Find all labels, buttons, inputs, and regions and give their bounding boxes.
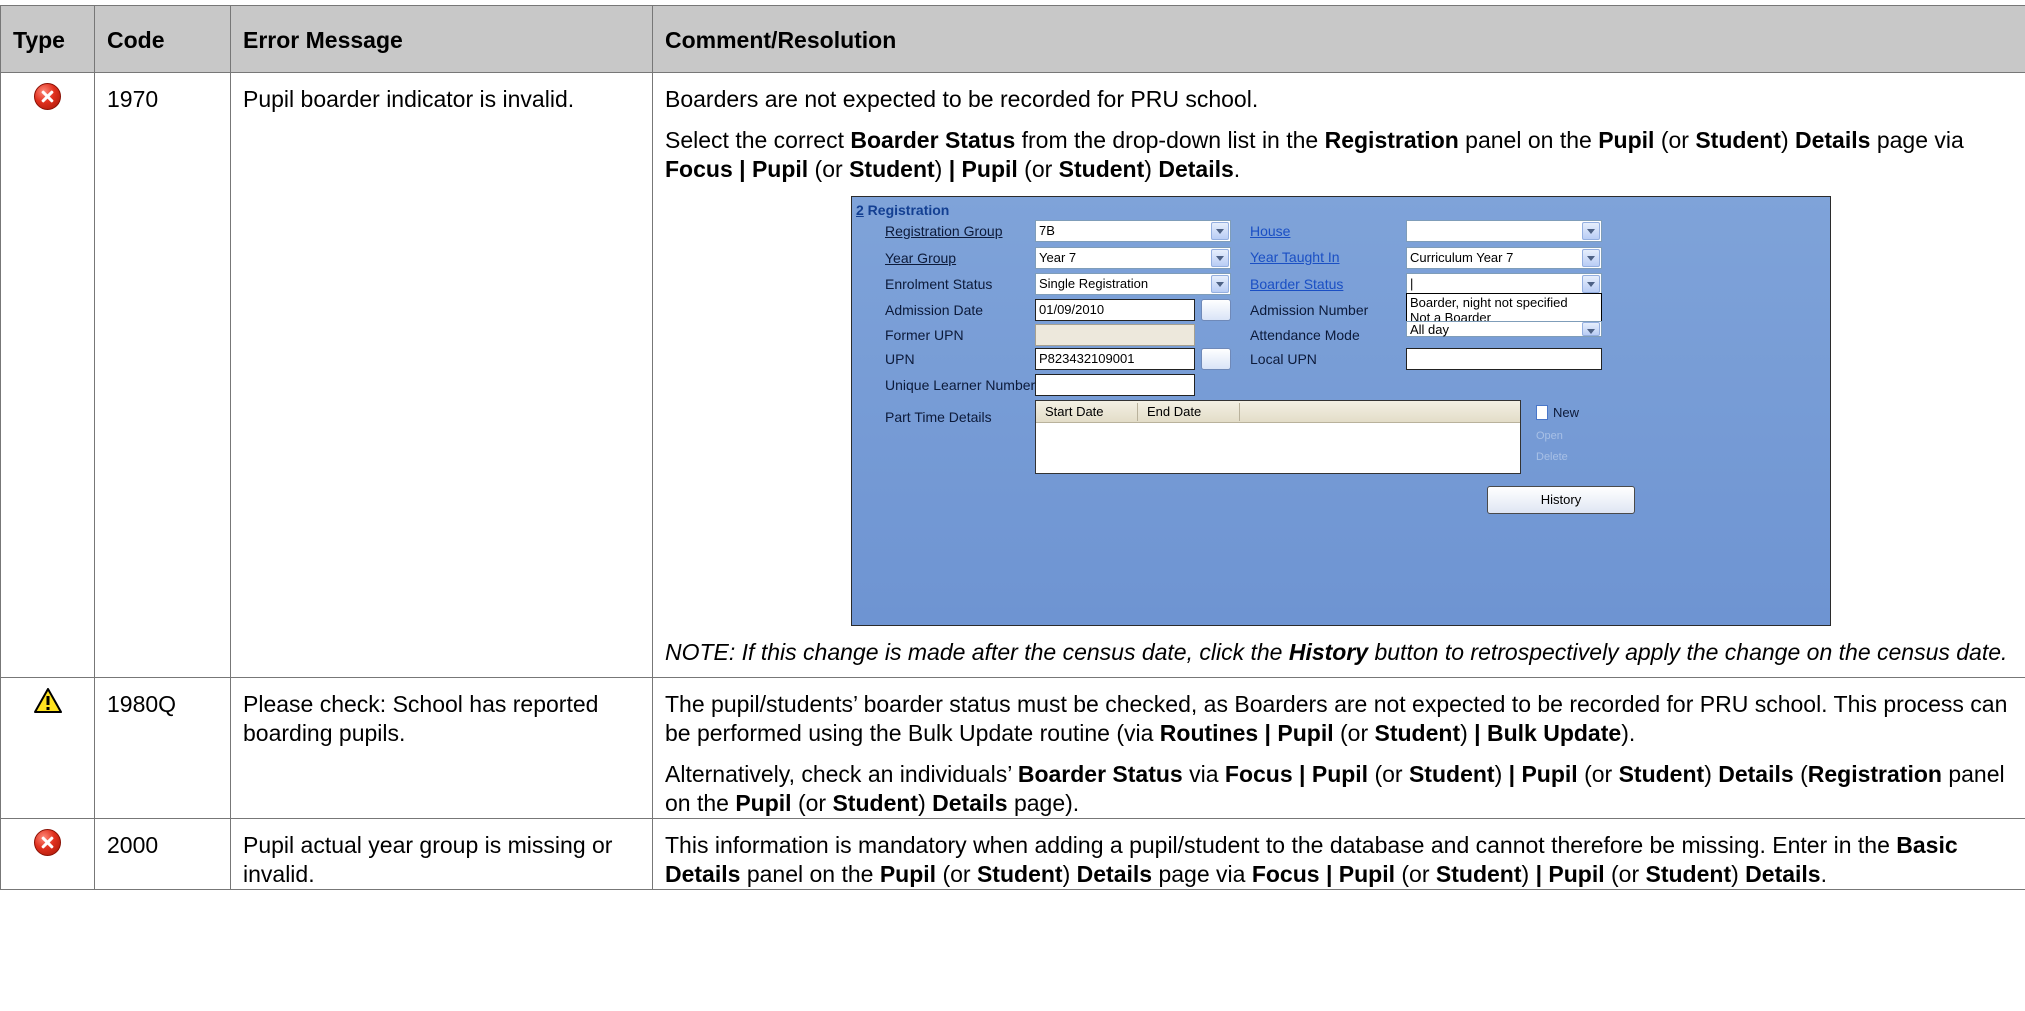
year-taught-in-select[interactable]: Curriculum Year 7 (1406, 247, 1602, 269)
error-code: 2000 (94, 818, 231, 890)
chevron-down-icon (1211, 222, 1229, 240)
comment-paragraph: The pupil/students’ boarder status must … (665, 691, 2008, 746)
note-paragraph: NOTE: If this change is made after the c… (665, 639, 2008, 665)
error-table: Type Code Error Message Comment/Resoluti… (0, 5, 2025, 890)
uln-label: Unique Learner Number (885, 377, 1036, 393)
former-upn-input (1035, 324, 1195, 346)
header-type: Type (0, 5, 95, 73)
delete-button[interactable]: Delete (1536, 449, 1568, 465)
comment-paragraph: This information is mandatory when addin… (665, 832, 1958, 887)
chevron-down-icon (1582, 222, 1600, 240)
attendance-mode-label: Attendance Mode (1250, 327, 1360, 343)
comment-cell: This information is mandatory when addin… (652, 818, 2025, 890)
comment-paragraph: Boarders are not expected to be recorded… (665, 86, 1259, 112)
chevron-down-icon (1211, 275, 1229, 293)
registration-panel-screenshot: 2 Registration Registration Group 7B Yea… (851, 196, 1831, 626)
error-message: Please check: School has reported boardi… (230, 677, 653, 819)
house-label[interactable]: House (1250, 223, 1290, 239)
local-upn-label: Local UPN (1250, 351, 1317, 367)
chevron-down-icon (1582, 249, 1600, 267)
former-upn-label: Former UPN (885, 327, 964, 343)
dropdown-option[interactable]: Boarder, night not specified (1410, 295, 1598, 310)
comment-paragraph: Alternatively, check an individuals’ Boa… (665, 761, 2005, 816)
table-header-row: Type Code Error Message Comment/Resoluti… (0, 5, 2025, 73)
table-row: 1980Q Please check: School has reported … (0, 677, 2025, 819)
house-select[interactable] (1406, 220, 1602, 242)
upn-label: UPN (885, 351, 915, 367)
history-button[interactable]: History (1487, 486, 1635, 514)
registration-group-label[interactable]: Registration Group (885, 223, 1003, 239)
chevron-down-icon (1582, 322, 1600, 336)
calendar-button[interactable] (1201, 299, 1231, 321)
year-group-label[interactable]: Year Group (885, 250, 956, 266)
part-time-grid[interactable]: Start Date End Date (1035, 400, 1521, 474)
error-message: Pupil actual year group is missing or in… (230, 818, 653, 890)
generate-upn-button[interactable] (1201, 348, 1231, 370)
grid-col-end-date: End Date (1147, 404, 1202, 419)
header-comment: Comment/Resolution (652, 5, 2025, 73)
header-error-message: Error Message (230, 5, 653, 73)
admission-number-label: Admission Number (1250, 302, 1369, 318)
chevron-down-icon (1211, 249, 1229, 267)
warning-icon (33, 688, 62, 713)
year-group-select[interactable]: Year 7 (1035, 247, 1231, 269)
comment-cell: The pupil/students’ boarder status must … (652, 677, 2025, 819)
header-code: Code (94, 5, 231, 73)
error-code: 1970 (94, 72, 231, 678)
local-upn-input[interactable] (1406, 348, 1602, 370)
admission-date-input[interactable]: 01/09/2010 (1035, 299, 1195, 321)
year-taught-in-label[interactable]: Year Taught In (1250, 249, 1340, 265)
admission-date-label: Admission Date (885, 302, 984, 318)
error-code: 1980Q (94, 677, 231, 819)
error-icon (34, 829, 61, 856)
boarder-status-label[interactable]: Boarder Status (1250, 276, 1343, 292)
error-icon (34, 83, 61, 110)
enrolment-status-label: Enrolment Status (885, 276, 993, 292)
new-button[interactable]: New (1536, 405, 1579, 421)
part-time-details-label: Part Time Details (885, 409, 992, 425)
upn-input[interactable]: P823432109001 (1035, 348, 1195, 370)
boarder-status-select[interactable]: | (1406, 273, 1602, 295)
new-document-icon (1536, 405, 1548, 420)
panel-title: 2 Registration (856, 202, 950, 218)
comment-paragraph: Select the correct Boarder Status from t… (665, 127, 1964, 182)
table-row: 1970 Pupil boarder indicator is invalid.… (0, 72, 2025, 678)
enrolment-status-select[interactable]: Single Registration (1035, 273, 1231, 295)
table-row: 2000 Pupil actual year group is missing … (0, 818, 2025, 890)
uln-input[interactable] (1035, 374, 1195, 396)
comment-cell: Boarders are not expected to be recorded… (652, 72, 2025, 678)
open-button[interactable]: Open (1536, 428, 1563, 444)
error-message: Pupil boarder indicator is invalid. (230, 72, 653, 678)
chevron-down-icon (1582, 275, 1600, 293)
registration-group-select[interactable]: 7B (1035, 220, 1231, 242)
attendance-mode-select[interactable]: All day (1406, 321, 1602, 337)
grid-col-start-date: Start Date (1045, 404, 1104, 419)
